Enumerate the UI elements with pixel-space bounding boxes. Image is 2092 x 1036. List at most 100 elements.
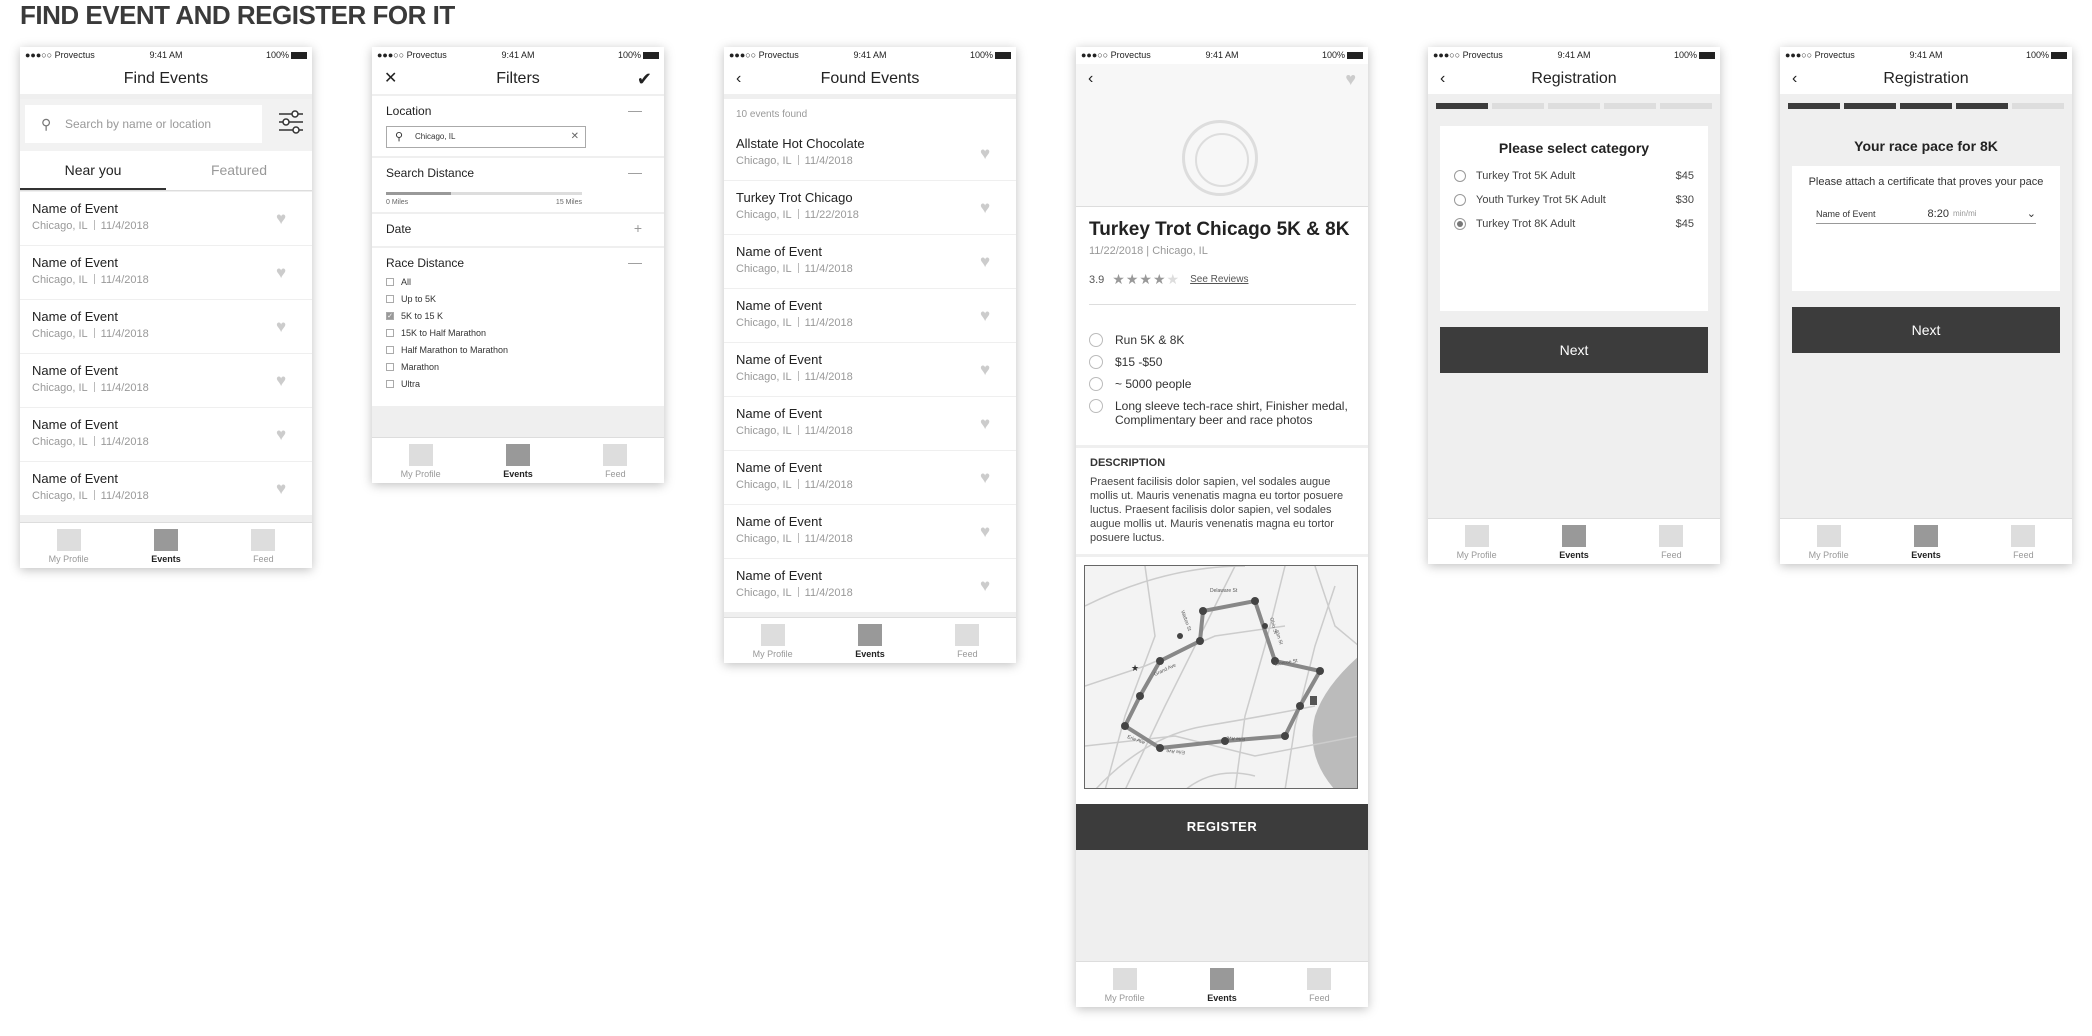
battery-icon	[1699, 52, 1715, 59]
screen-event-detail: ●●●○○ Provectus 9:41 AM 100% ‹ ♥ Turkey …	[1076, 47, 1368, 1007]
race-option-checkbox[interactable]: 15K to Half Marathon	[386, 328, 650, 338]
tab-events[interactable]: Events	[821, 618, 918, 663]
race-option-checkbox[interactable]: All	[386, 277, 650, 287]
event-date: 11/4/2018	[804, 263, 853, 275]
event-meta: Chicago, IL 11/4/2018	[32, 220, 312, 232]
tab-near-you[interactable]: Near you	[20, 151, 166, 190]
location-input[interactable]: ⚲ Chicago, IL ✕	[386, 126, 586, 148]
route-map[interactable]: ★ Delaware St Elm St Walton St Ohio St M…	[1084, 565, 1358, 789]
list-item[interactable]: Name of Event Chicago, IL 11/4/2018 ♥	[20, 462, 312, 515]
category-option[interactable]: Turkey Trot 8K Adult $45	[1454, 218, 1694, 230]
race-option-checkbox[interactable]: Marathon	[386, 362, 650, 372]
list-item[interactable]: Name of Event Chicago, IL 11/4/2018 ♥	[20, 246, 312, 299]
tab-feed[interactable]: Feed	[1623, 519, 1720, 564]
heart-icon[interactable]: ♥	[980, 469, 996, 486]
heart-icon[interactable]: ♥	[276, 264, 292, 281]
heart-icon[interactable]: ♥	[980, 415, 996, 432]
tab-my-profile[interactable]: My Profile	[372, 438, 469, 483]
list-item[interactable]: Name of Event Chicago, IL 11/4/2018 ♥	[724, 289, 1016, 342]
collapse-icon[interactable]: —	[628, 254, 642, 270]
heart-icon[interactable]: ♥	[276, 210, 292, 227]
tab-my-profile[interactable]: My Profile	[724, 618, 821, 663]
list-item[interactable]: Name of Event Chicago, IL 11/4/2018 ♥	[20, 192, 312, 245]
tab-featured[interactable]: Featured	[166, 151, 312, 190]
race-option-checkbox[interactable]: Up to 5K	[386, 294, 650, 304]
status-bar: ●●●○○ Provectus 9:41 AM 100%	[372, 47, 664, 64]
race-option-checkbox[interactable]: Ultra	[386, 379, 650, 389]
see-reviews-link[interactable]: See Reviews	[1190, 274, 1248, 285]
race-option-checkbox[interactable]: ✓ 5K to 15 K	[386, 311, 650, 321]
heart-icon[interactable]: ♥	[276, 318, 292, 335]
heart-icon[interactable]: ♥	[980, 523, 996, 540]
tab-feed[interactable]: Feed	[1271, 962, 1368, 1007]
race-distance-label: Race Distance	[386, 256, 465, 270]
list-item[interactable]: Name of Event Chicago, IL 11/4/2018 ♥	[724, 235, 1016, 288]
fact-icon	[1089, 399, 1103, 413]
heart-icon[interactable]: ♥	[980, 253, 996, 270]
nav-bar: ‹ Registration	[1428, 64, 1720, 94]
heart-icon[interactable]: ♥	[980, 577, 996, 594]
heart-icon[interactable]: ♥	[980, 307, 996, 324]
filter-distance: Search Distance — 0 Miles 15 Miles	[372, 158, 664, 212]
tab-my-profile[interactable]: My Profile	[1780, 519, 1877, 564]
list-item[interactable]: Name of Event Chicago, IL 11/4/2018 ♥	[20, 408, 312, 461]
tab-events[interactable]: Events	[469, 438, 566, 483]
heart-icon[interactable]: ♥	[980, 199, 996, 216]
tab-my-profile[interactable]: My Profile	[1428, 519, 1525, 564]
pace-select[interactable]: Name of Event 8:20 min/mi ⌄	[1816, 207, 2036, 224]
tab-feed[interactable]: Feed	[1975, 519, 2072, 564]
checkbox-icon	[386, 329, 394, 337]
tab-my-profile[interactable]: My Profile	[20, 523, 117, 568]
tab-events[interactable]: Events	[117, 523, 214, 568]
search-input[interactable]: ⚲ Search by name or location	[25, 105, 262, 143]
heart-icon[interactable]: ♥	[980, 145, 996, 162]
tab-events[interactable]: Events	[1877, 519, 1974, 564]
tab-my-profile[interactable]: My Profile	[1076, 962, 1173, 1007]
heart-icon[interactable]: ♥	[276, 480, 292, 497]
back-icon[interactable]: ‹	[1440, 64, 1445, 94]
clear-icon[interactable]: ✕	[571, 127, 579, 147]
tab-feed[interactable]: Feed	[567, 438, 664, 483]
list-item[interactable]: Name of Event Chicago, IL 11/4/2018 ♥	[724, 505, 1016, 558]
register-button[interactable]: REGISTER	[1076, 804, 1368, 850]
feed-icon	[1659, 525, 1684, 547]
event-name: Name of Event	[32, 471, 118, 486]
collapse-icon[interactable]: —	[628, 102, 642, 118]
tab-feed[interactable]: Feed	[919, 618, 1016, 663]
pace-card: Please attach a certificate that proves …	[1792, 166, 2060, 291]
tab-events[interactable]: Events	[1525, 519, 1622, 564]
list-item[interactable]: Allstate Hot Chocolate Chicago, IL 11/4/20…	[724, 127, 1016, 180]
back-icon[interactable]: ‹	[1792, 64, 1797, 94]
tab-label: Events	[503, 469, 533, 479]
tab-feed[interactable]: Feed	[215, 523, 312, 568]
category-option[interactable]: Turkey Trot 5K Adult $45	[1454, 170, 1694, 182]
heart-icon[interactable]: ♥	[276, 372, 292, 389]
list-item[interactable]: Turkey Trot Chicago Chicago, IL 11/22/2018…	[724, 181, 1016, 234]
tab-label: My Profile	[48, 554, 89, 564]
heart-icon[interactable]: ♥	[276, 426, 292, 443]
list-item[interactable]: Name of Event Chicago, IL 11/4/2018 ♥	[724, 559, 1016, 612]
list-item[interactable]: Name of Event Chicago, IL 11/4/2018 ♥	[20, 300, 312, 353]
progress-segment	[1660, 103, 1712, 109]
heart-icon[interactable]: ♥	[980, 361, 996, 378]
close-icon[interactable]: ✕	[384, 64, 397, 94]
map-street-label: Walton St	[1179, 610, 1192, 633]
next-button[interactable]: Next	[1792, 307, 2060, 353]
back-icon[interactable]: ‹	[1088, 64, 1093, 94]
filter-icon[interactable]	[278, 109, 304, 135]
race-option-checkbox[interactable]: Half Marathon to Marathon	[386, 345, 650, 355]
tab-events[interactable]: Events	[1173, 962, 1270, 1007]
expand-icon[interactable]: +	[634, 220, 642, 236]
favorite-heart-icon[interactable]: ♥	[1345, 64, 1356, 94]
list-item[interactable]: Name of Event Chicago, IL 11/4/2018 ♥	[724, 343, 1016, 396]
list-item[interactable]: Name of Event Chicago, IL 11/4/2018 ♥	[724, 397, 1016, 450]
location-value: Chicago, IL	[415, 132, 456, 141]
next-button[interactable]: Next	[1440, 327, 1708, 373]
back-icon[interactable]: ‹	[736, 64, 741, 94]
distance-slider[interactable]	[386, 192, 582, 195]
check-icon[interactable]: ✔	[637, 64, 652, 94]
list-item[interactable]: Name of Event Chicago, IL 11/4/2018 ♥	[724, 451, 1016, 504]
list-item[interactable]: Name of Event Chicago, IL 11/4/2018 ♥	[20, 354, 312, 407]
collapse-icon[interactable]: —	[628, 164, 642, 180]
category-option[interactable]: Youth Turkey Trot 5K Adult $30	[1454, 194, 1694, 206]
